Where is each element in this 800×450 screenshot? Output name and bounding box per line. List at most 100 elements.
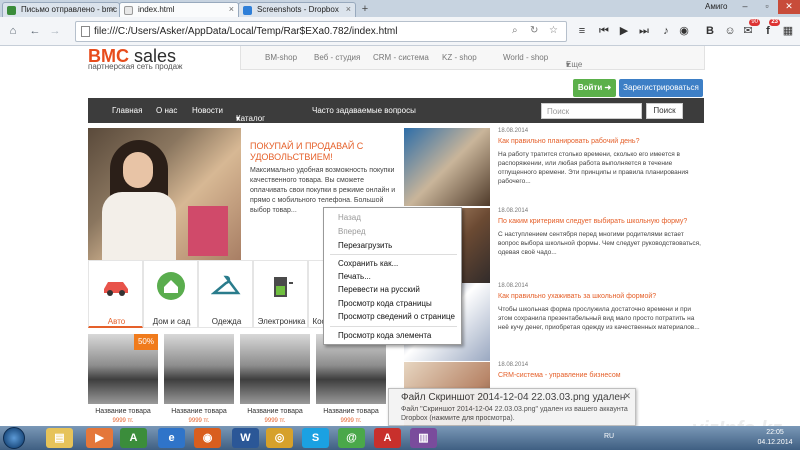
firefox-icon[interactable]: ◉ — [194, 428, 221, 448]
profile-name[interactable]: Амиго — [705, 2, 728, 11]
chevron-down-icon: ▾ — [566, 60, 571, 69]
tab-mail[interactable]: Письмо отправлено - bmc × — [2, 2, 120, 17]
topnav-crm[interactable]: CRM - система — [373, 53, 429, 62]
vk-icon[interactable]: В — [702, 22, 718, 40]
menu-icon[interactable]: ≡ — [574, 22, 590, 40]
next-track-icon[interactable]: ⏭ — [636, 22, 652, 40]
tab-close-icon[interactable]: × — [346, 4, 351, 14]
address-bar[interactable]: file:///C:/Users/Asker/AppData/Local/Tem… — [75, 21, 567, 42]
settings-icon[interactable]: ▦ — [780, 22, 796, 40]
nav-about[interactable]: О нас — [156, 106, 177, 115]
mail-extension-icon[interactable]: ✉ 90 — [740, 19, 760, 40]
topnav-world-shop[interactable]: World - shop — [503, 53, 548, 62]
nav-news[interactable]: Новости — [192, 106, 223, 115]
ctx-page-info[interactable]: Просмотр сведений о странице — [338, 312, 455, 321]
odnoklassniki-icon[interactable]: ☺ — [722, 22, 738, 40]
tab-close-icon[interactable]: × — [229, 4, 234, 14]
ctx-view-source[interactable]: Просмотр кода страницы — [338, 299, 432, 308]
dropbox-favicon-icon — [243, 6, 252, 15]
news-image — [404, 128, 490, 206]
search-input[interactable]: Поиск — [541, 103, 642, 119]
product-card[interactable]: Название товара 9999 тг. — [316, 334, 386, 426]
reload-icon[interactable]: ↻ — [530, 25, 538, 36]
play-icon[interactable]: ▶ — [616, 22, 632, 40]
ctx-save-as[interactable]: Сохранить как... — [338, 259, 398, 268]
news-date: 18.08.2014 — [498, 362, 529, 368]
minimize-icon[interactable]: – — [734, 0, 756, 14]
news-title-link[interactable]: Как правильно ухаживать за школьной форм… — [498, 293, 703, 300]
ctx-translate[interactable]: Перевести на русский — [338, 285, 420, 294]
star-icon[interactable]: ☆ — [549, 25, 558, 36]
category-strip: Авто Дом и сад Одежда Электроника Кос — [88, 260, 328, 330]
tab-index[interactable]: index.html × — [119, 2, 239, 17]
home-icon[interactable]: ⌂ — [4, 22, 22, 40]
category-clothes[interactable]: Одежда — [198, 260, 253, 328]
product-card[interactable]: Название товара 9999 тг. — [240, 334, 310, 426]
close-window-icon[interactable]: ✕ — [778, 0, 800, 14]
category-auto[interactable]: Авто — [88, 260, 143, 328]
explorer-icon[interactable]: ▤ — [46, 428, 73, 448]
context-menu: Назад Вперед Перезагрузить Сохранить как… — [323, 207, 462, 345]
nav-faq[interactable]: Часто задаваемые вопросы — [312, 106, 416, 115]
product-price: 9999 тг. — [264, 418, 286, 424]
news-text: На работу тратится столько времени, скол… — [498, 151, 689, 185]
login-button[interactable]: Войти ➜ — [573, 79, 616, 97]
product-card[interactable]: Название товара 9999 тг. — [164, 334, 234, 426]
start-button[interactable] — [3, 427, 25, 449]
nav-home[interactable]: Главная — [112, 106, 142, 115]
email-client-icon[interactable]: @ — [338, 428, 365, 448]
close-icon[interactable]: ✕ — [623, 391, 631, 402]
news-title-link[interactable]: По каким критериям следует выбирать школ… — [498, 218, 703, 225]
register-button[interactable]: Зарегистрироваться — [619, 79, 703, 97]
topnav-web-studio[interactable]: Веб - студия — [314, 53, 360, 62]
skype-icon[interactable]: S — [302, 428, 329, 448]
tab-close-icon[interactable]: × — [110, 4, 115, 14]
news-title-link[interactable]: CRM-система - управление бизнесом — [498, 372, 703, 379]
media-player-icon[interactable]: ▶ — [86, 428, 113, 448]
winrar-icon[interactable]: ▥ — [410, 428, 437, 448]
maximize-icon[interactable]: ▫ — [756, 0, 778, 14]
category-home-garden[interactable]: Дом и сад — [143, 260, 198, 328]
product-name: Название товара — [323, 408, 379, 415]
ctx-reload[interactable]: Перезагрузить — [338, 241, 392, 250]
page-favicon-icon — [124, 6, 133, 15]
news-item: 18.08.2014 Как правильно планировать раб… — [404, 128, 704, 208]
tab-dropbox[interactable]: Screenshots - Dropbox × — [238, 2, 356, 17]
tab-label: index.html — [138, 5, 175, 14]
product-name: Название товара — [95, 408, 151, 415]
news-title-link[interactable]: Как правильно планировать рабочий день? — [498, 138, 703, 145]
search-icon[interactable]: ⌕ — [512, 25, 518, 36]
music-icon[interactable]: ♪ — [658, 22, 674, 40]
internet-explorer-icon[interactable]: e — [158, 428, 185, 448]
product-card[interactable]: 50% Название товара 9999 тг. — [88, 334, 158, 426]
language-indicator[interactable]: RU — [604, 433, 614, 440]
chrome-icon[interactable]: ◎ — [266, 428, 293, 448]
chat-icon[interactable]: ◉ — [676, 22, 692, 40]
previous-track-icon[interactable]: ⏮ — [596, 22, 612, 40]
search-button[interactable]: Поиск — [646, 103, 683, 119]
ctx-print[interactable]: Печать... — [338, 272, 371, 281]
category-label: Дом и сад — [152, 317, 191, 326]
url-text[interactable]: file:///C:/Users/Asker/AppData/Local/Tem… — [94, 26, 397, 37]
forward-icon[interactable]: → — [46, 22, 64, 40]
top-navigation: BM-shop Веб - студия CRM - система KZ - … — [240, 46, 705, 70]
word-icon[interactable]: W — [232, 428, 259, 448]
category-electronics[interactable]: Электроника — [253, 260, 308, 328]
news-date: 18.08.2014 — [498, 283, 529, 289]
topnav-kz-shop[interactable]: KZ - shop — [442, 53, 477, 62]
system-clock[interactable]: 22:05 04.12.2014 — [752, 428, 798, 448]
battery-icon — [274, 277, 293, 297]
hero-image — [88, 128, 241, 260]
ctx-back[interactable]: Назад — [338, 213, 361, 222]
dropbox-notification[interactable]: Файл Скриншот 2014-12-04 22.03.03.png уд… — [388, 388, 636, 426]
topnav-bm-shop[interactable]: BM-shop — [265, 53, 297, 62]
amigo-icon[interactable]: A — [120, 428, 147, 448]
chevron-down-icon: ▾ — [236, 114, 241, 123]
ctx-inspect[interactable]: Просмотр кода элемента — [338, 331, 431, 340]
ctx-forward[interactable]: Вперед — [338, 227, 366, 236]
facebook-icon[interactable]: f 23 — [760, 19, 780, 40]
acrobat-icon[interactable]: A — [374, 428, 401, 448]
back-icon[interactable]: ← — [26, 22, 44, 40]
news-date: 18.08.2014 — [498, 128, 529, 134]
new-tab-button[interactable]: + — [357, 3, 373, 16]
